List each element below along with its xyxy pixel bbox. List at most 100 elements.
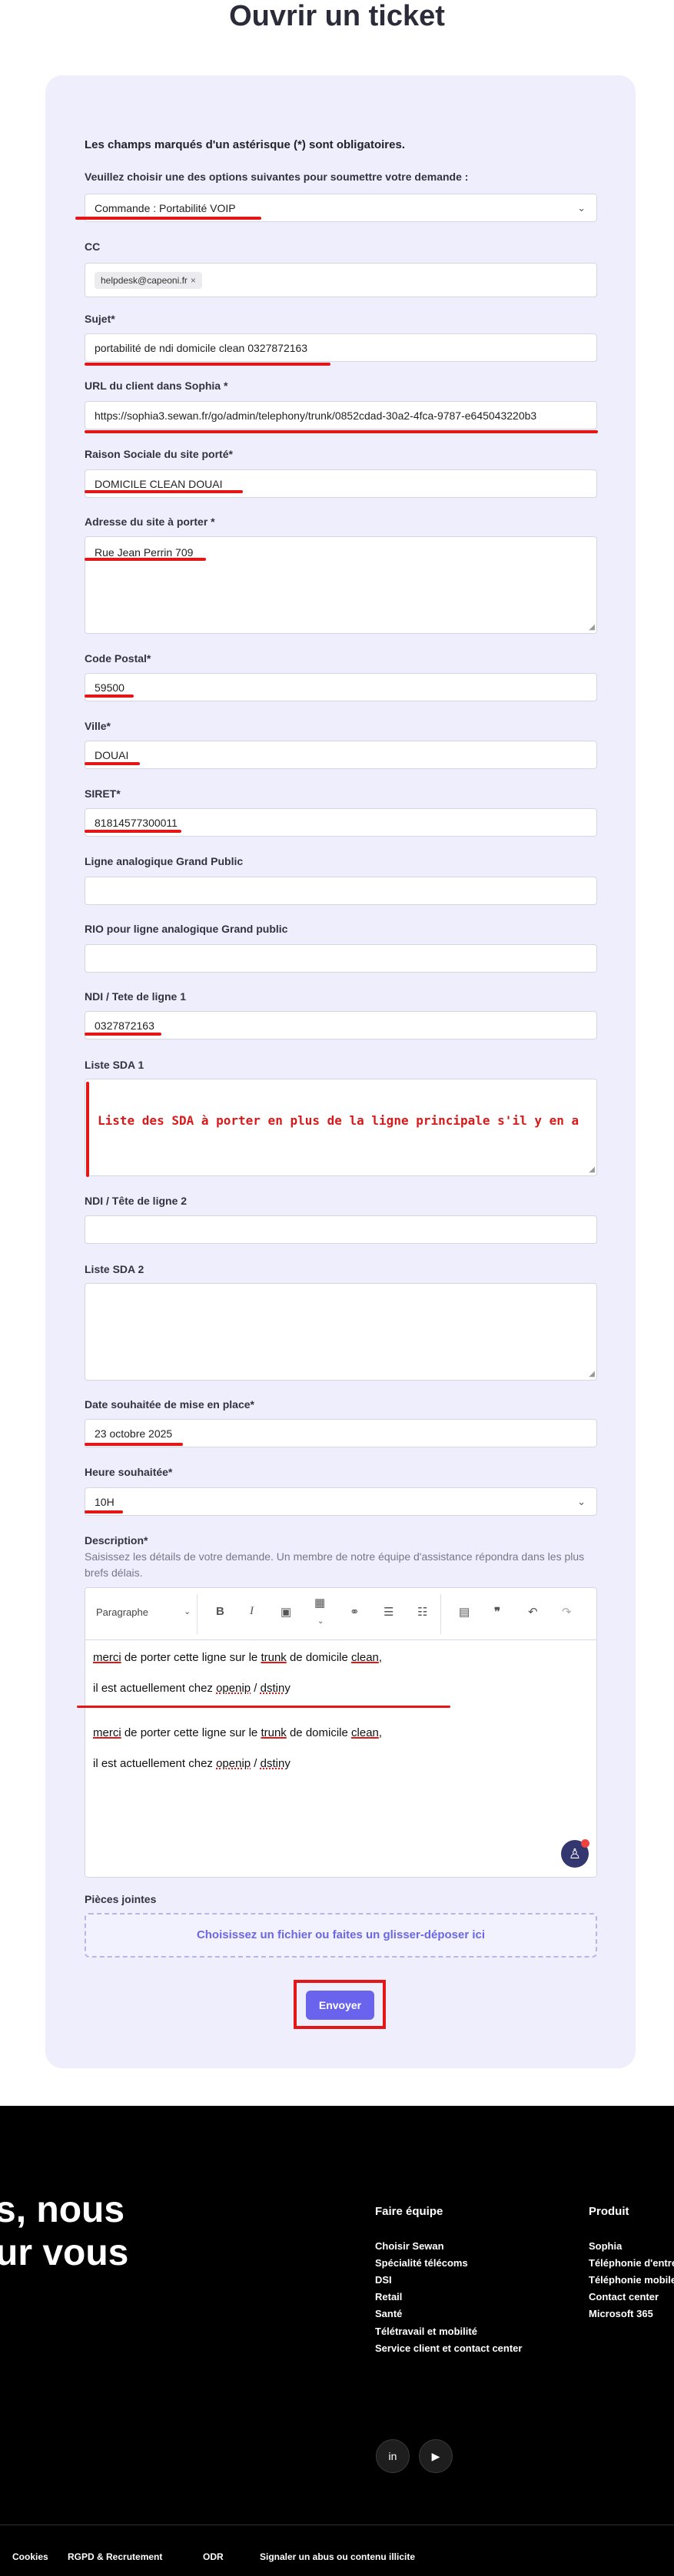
address-label: Adresse du site à porter * xyxy=(85,516,215,528)
misspelled-word: trunk xyxy=(261,1651,287,1664)
footer-link[interactable]: Téléphonie mobile xyxy=(589,2274,674,2286)
footer-link[interactable]: Choisir Sewan xyxy=(375,2240,444,2252)
toolbar-separator xyxy=(197,1594,198,1634)
redo-icon[interactable]: ↷ xyxy=(562,1605,572,1619)
misspelled-word: merci xyxy=(93,1726,121,1739)
annotation-underline xyxy=(85,762,140,765)
footer-tagline: s, nous xyxy=(0,2190,125,2230)
page-title: Ouvrir un ticket xyxy=(229,0,445,32)
date-value: 23 octobre 2025 xyxy=(95,1427,173,1440)
chevron-down-icon: ⌄ xyxy=(577,1495,586,1507)
rio-input[interactable] xyxy=(85,944,597,973)
undo-icon[interactable]: ↶ xyxy=(528,1605,538,1619)
ndi2-input[interactable] xyxy=(85,1215,597,1244)
footer-link[interactable]: DSI xyxy=(375,2274,392,2286)
bold-icon[interactable]: B xyxy=(216,1605,224,1618)
company-value: DOMICILE CLEAN DOUAI xyxy=(95,477,223,490)
editor-text: , xyxy=(378,1651,383,1664)
footer-bottom-link[interactable]: Cookies xyxy=(12,2551,48,2562)
city-value: DOUAI xyxy=(95,748,129,761)
numbered-list-icon[interactable]: ☷ xyxy=(417,1605,427,1619)
cc-field[interactable]: helpdesk@capeoni.fr × xyxy=(85,263,597,297)
footer-link[interactable]: Spécialité télécoms xyxy=(375,2257,468,2269)
footer-link[interactable]: Télétravail et mobilité xyxy=(375,2326,477,2337)
sda1-textarea[interactable]: Liste des SDA à porter en plus de la lig… xyxy=(85,1079,597,1176)
footer-link[interactable]: Santé xyxy=(375,2308,402,2319)
ndi1-label: NDI / Tete de ligne 1 xyxy=(85,990,186,1003)
siret-label: SIRET* xyxy=(85,787,121,800)
postal-code-input[interactable]: 59500 xyxy=(85,673,597,701)
footer-link[interactable]: Sophia xyxy=(589,2240,622,2252)
notification-dot xyxy=(581,1839,589,1848)
analog-line-input[interactable] xyxy=(85,877,597,905)
ndi2-label: NDI / Tête de ligne 2 xyxy=(85,1195,188,1207)
assistant-button[interactable]: ♙ xyxy=(561,1839,589,1868)
bulleted-list-icon[interactable]: ☰ xyxy=(383,1605,393,1619)
linkedin-icon[interactable]: in xyxy=(376,2439,410,2473)
paragraph-style-select[interactable]: Paragraphe xyxy=(96,1606,148,1618)
time-value: 10H xyxy=(95,1495,115,1508)
time-select[interactable]: 10H ⌄ xyxy=(85,1487,597,1516)
rio-label: RIO pour ligne analogique Grand public xyxy=(85,923,288,935)
subject-input[interactable]: portabilité de ndi domicile clean 032787… xyxy=(85,333,597,362)
link-icon[interactable]: ⚭ xyxy=(350,1605,360,1619)
footer-link[interactable]: Service client et contact center xyxy=(375,2342,522,2354)
company-label: Raison Sociale du site porté* xyxy=(85,448,233,460)
request-type-value: Commande : Portabilité VOIP xyxy=(95,201,236,214)
editor-text: de domicile xyxy=(286,1651,352,1664)
editor-text: de porter cette ligne sur le xyxy=(121,1651,261,1664)
footer-tagline: ur vous xyxy=(0,2233,129,2273)
time-label: Heure souhaitée* xyxy=(85,1466,173,1478)
editor-text: / xyxy=(251,1757,261,1770)
annotation-underline xyxy=(85,695,134,698)
chevron-down-icon: ⌄ xyxy=(184,1607,191,1616)
insert-media-icon[interactable]: ▦ xyxy=(314,1596,325,1610)
site-footer: s, nous ur vous Faire équipe Choisir Sew… xyxy=(0,2106,674,2576)
cc-label: CC xyxy=(85,240,101,253)
address-textarea[interactable]: Rue Jean Perrin 709 ◢ xyxy=(85,536,597,634)
postal-code-value: 59500 xyxy=(95,681,125,694)
annotation-vertical-bar xyxy=(86,1082,89,1177)
subject-label: Sujet* xyxy=(85,313,115,325)
city-label: Ville* xyxy=(85,720,111,732)
footer-link[interactable]: Téléphonie d'entrep xyxy=(589,2257,674,2269)
address-value: Rue Jean Perrin 709 xyxy=(95,546,194,559)
quote-icon[interactable]: ❞ xyxy=(494,1605,500,1619)
image-icon[interactable]: ▣ xyxy=(281,1605,291,1619)
cc-chip-email: helpdesk@capeoni.fr xyxy=(101,274,188,286)
sda2-textarea[interactable]: ◢ xyxy=(85,1283,597,1381)
footer-link[interactable]: Microsoft 365 xyxy=(589,2308,653,2319)
resize-handle-icon[interactable]: ◢ xyxy=(589,1165,595,1174)
assistant-icon: ♙ xyxy=(568,1846,582,1862)
chip-remove-icon[interactable]: × xyxy=(191,275,196,286)
footer-link[interactable]: Contact center xyxy=(589,2291,659,2302)
resize-handle-icon[interactable]: ◢ xyxy=(589,1370,595,1378)
footer-bottom-link[interactable]: RGPD & Recrutement xyxy=(68,2551,162,2562)
annotation-underline xyxy=(85,1443,183,1446)
footer-heading-team: Faire équipe xyxy=(375,2205,443,2218)
company-input[interactable]: DOMICILE CLEAN DOUAI xyxy=(85,469,597,498)
ndi1-value: 0327872163 xyxy=(95,1019,154,1032)
resize-handle-icon[interactable]: ◢ xyxy=(589,623,595,632)
sophia-url-input[interactable]: https://sophia3.sewan.fr/go/admin/teleph… xyxy=(85,401,597,429)
editor-text: / xyxy=(251,1682,261,1695)
file-dropzone[interactable]: Choisissez un fichier ou faites un gliss… xyxy=(85,1913,597,1958)
subject-value: portabilité de ndi domicile clean 032787… xyxy=(95,341,308,354)
misspelled-word: merci xyxy=(93,1651,121,1664)
media-icon[interactable]: ▤ xyxy=(459,1605,470,1619)
description-editor[interactable]: Paragraphe ⌄ B I ▣ ▦ ⌄ ⚭ ☰ ☷ ▤ ❞ ↶ ↷ mer… xyxy=(85,1587,597,1878)
sda1-value: Liste des SDA à porter en plus de la lig… xyxy=(98,1113,579,1128)
city-input[interactable]: DOUAI xyxy=(85,741,597,769)
description-label: Description* xyxy=(85,1534,148,1547)
chevron-down-icon: ⌄ xyxy=(577,201,586,214)
annotation-underline xyxy=(85,830,181,833)
annotation-underline xyxy=(85,1033,161,1036)
youtube-icon[interactable]: ▶ xyxy=(419,2439,453,2473)
italic-icon[interactable]: I xyxy=(250,1605,254,1618)
ndi1-input[interactable]: 0327872163 xyxy=(85,1011,597,1039)
footer-bottom-link[interactable]: ODR xyxy=(203,2551,224,2562)
footer-bottom-link[interactable]: Signaler un abus ou contenu illicite xyxy=(260,2551,415,2562)
submit-button[interactable]: Envoyer xyxy=(306,1991,374,2020)
editor-text: il est actuellement chez xyxy=(93,1757,217,1770)
footer-link[interactable]: Retail xyxy=(375,2291,402,2302)
